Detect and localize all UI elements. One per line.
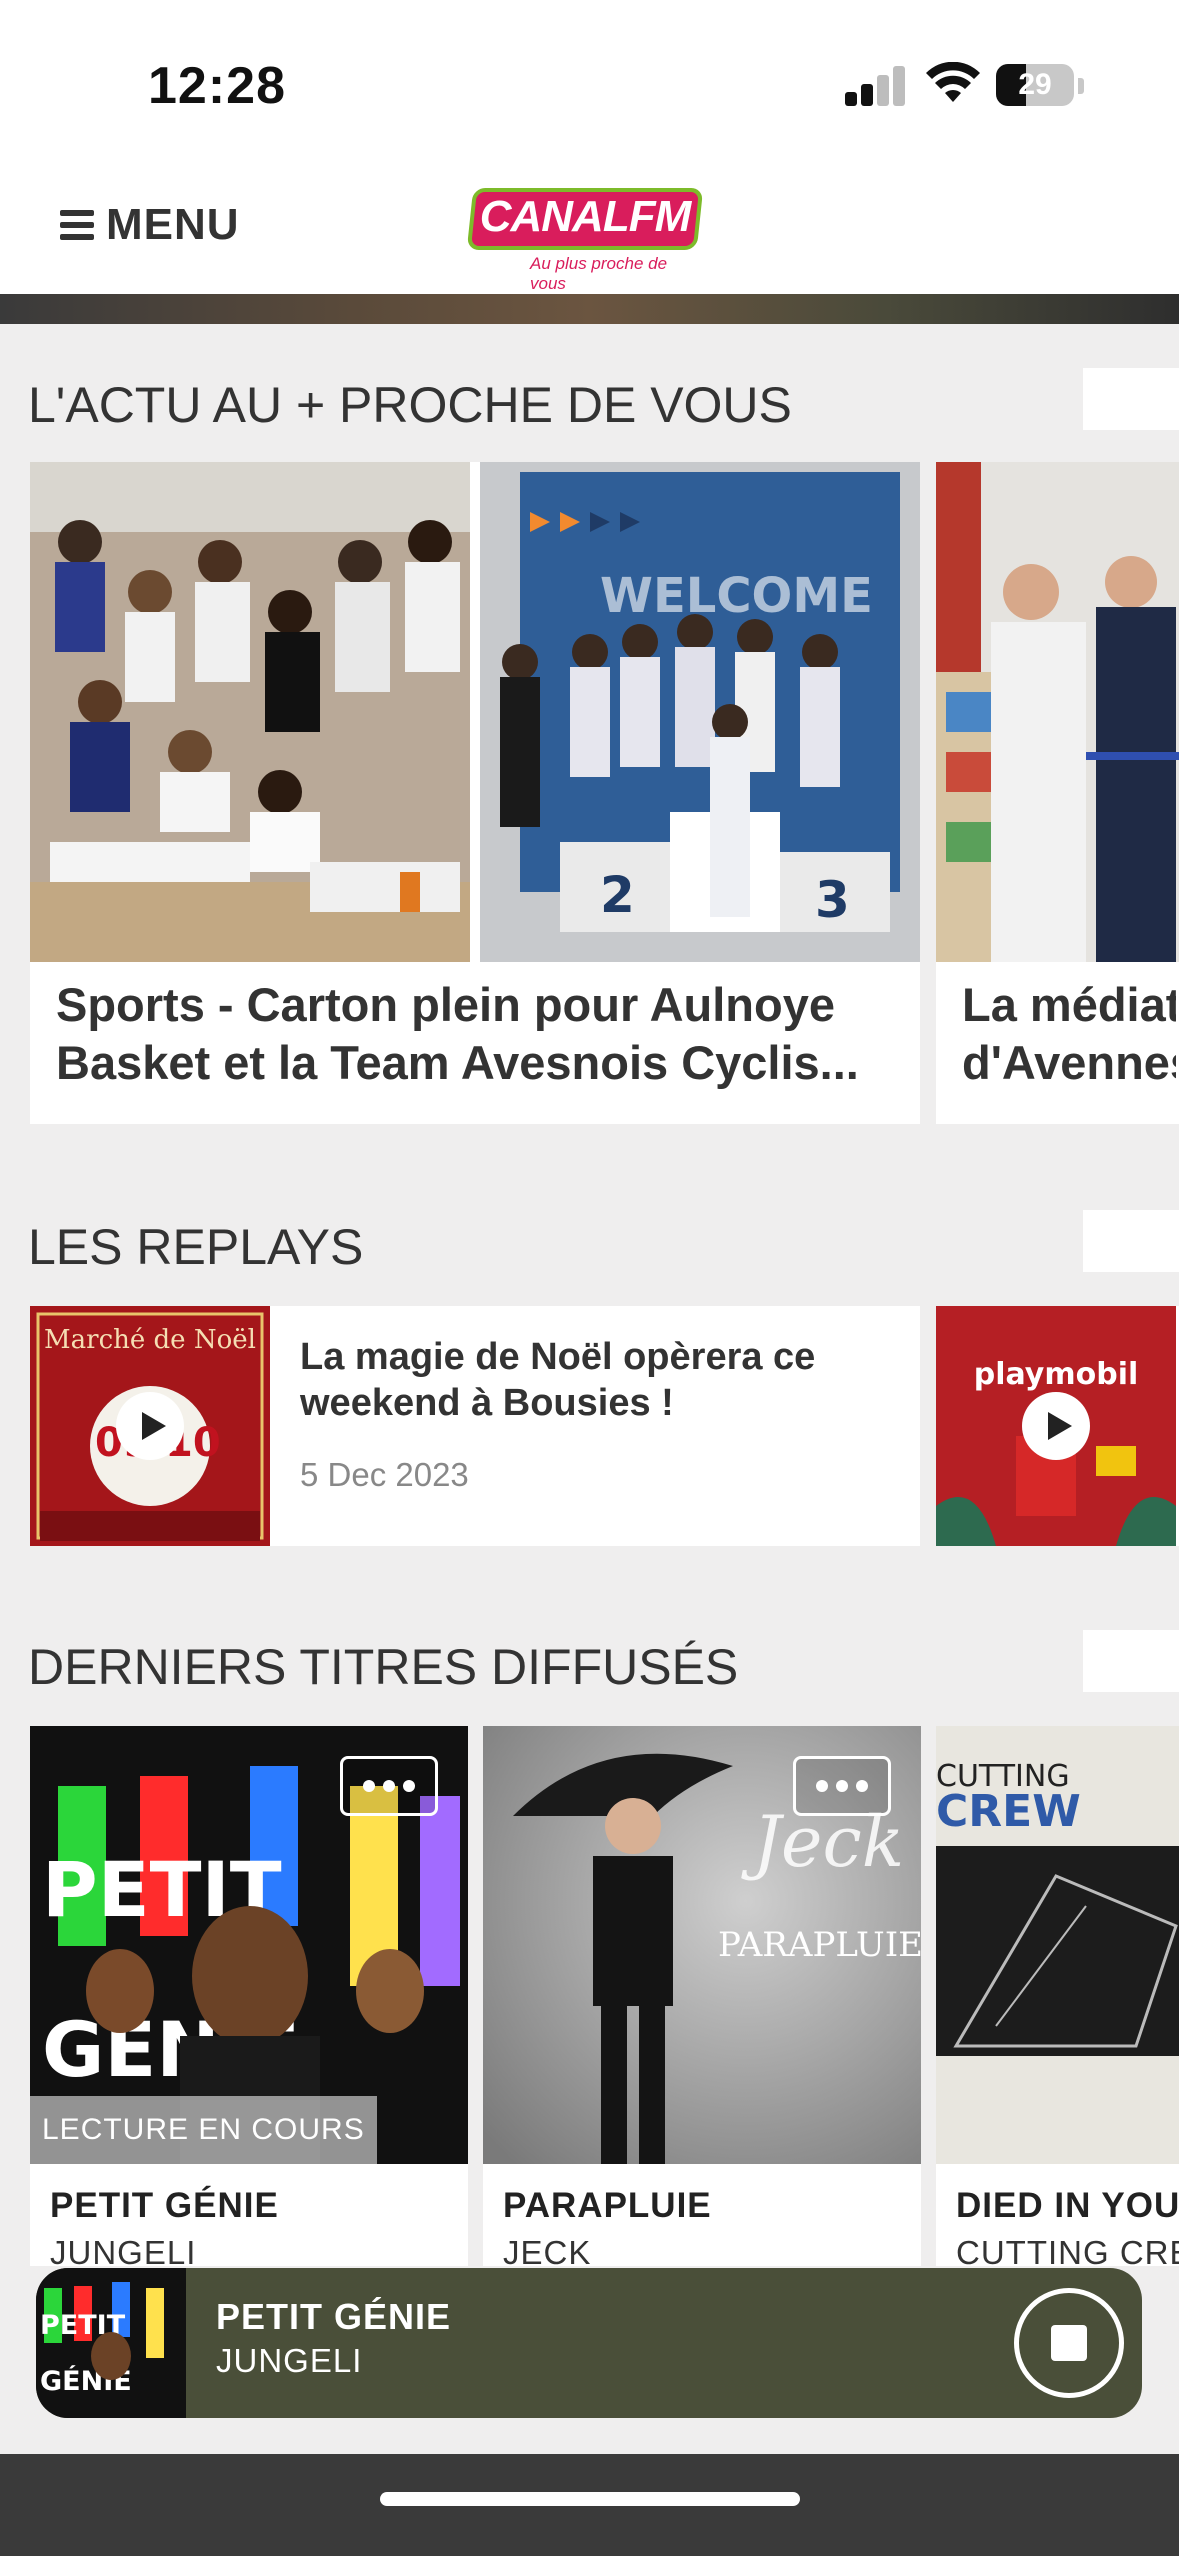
more-options-button[interactable] [793,1756,891,1816]
status-time: 12:28 [148,57,286,115]
news-card-title: Sports - Carton plein pour Aulnoye Baske… [56,978,859,1089]
track-title: PETIT GÉNIE [50,2186,279,2225]
news-image-library [936,462,1179,962]
replays-section-title: LES REPLAYS [28,1219,364,1275]
replay-card[interactable]: playmobil [936,1306,1179,1546]
home-indicator[interactable] [380,2492,800,2506]
track-card[interactable]: CUTTING CREW DIED IN YOU CUTTING CRE [936,1726,1179,2266]
track-card[interactable]: PETIT GÉNIE LECTURE EN COURS PETIT GÉNIE… [30,1726,468,2266]
mini-player-cover: PETIT GÉNIE [36,2268,186,2418]
svg-text:2: 2 [600,866,635,924]
mini-player-title: PETIT GÉNIE [216,2296,452,2337]
battery-icon: 29 [996,64,1074,106]
cellular-signal-icon [845,66,907,106]
track-title: DIED IN YOU [956,2186,1179,2225]
now-playing-badge: LECTURE EN COURS [30,2096,377,2164]
wifi-icon [926,62,980,102]
mini-player-artist: JUNGELI [216,2342,363,2379]
stop-button[interactable] [1014,2288,1124,2398]
news-card[interactable]: La médiat d'Avennes [936,462,1179,1124]
svg-text:PARAPLUIE: PARAPLUIE [718,1925,921,1965]
replays-see-all-tab[interactable] [1083,1210,1179,1272]
tracks-see-all-tab[interactable] [1083,1630,1179,1692]
svg-text:3: 3 [815,871,850,929]
stop-icon [1051,2325,1087,2361]
replay-thumb-caption: playmobil [974,1357,1139,1392]
news-image-cycling: WELCOME 2 3 [480,462,920,962]
canalfm-logo[interactable]: CANALFM Au plus proche de vous [466,188,704,293]
battery-level: 29 [1018,68,1052,101]
news-card[interactable]: WELCOME 2 3 Sports - Carton plein pour A… [30,462,920,1124]
status-bar: 12:28 29 [0,0,1179,170]
replay-date: 5 Dec 2023 [300,1456,469,1493]
app-header: MENU CANALFM Au plus proche de vous [0,170,1179,294]
news-card-title: La médiat d'Avennes [962,978,1176,1089]
replay-title: La magie de Noël opèrera ce weekend à Bo… [300,1336,816,1424]
news-section-title: L'ACTU AU + PROCHE DE VOUS [28,377,792,433]
replay-thumb-caption: Marché de Noël [44,1325,256,1355]
play-icon[interactable] [116,1392,184,1460]
replay-card[interactable]: Marché de Noël 09 10 La magie de Noël op… [30,1306,920,1546]
svg-text:WELCOME: WELCOME [600,568,873,624]
track-cover-cutting-crew: CUTTING CREW [936,1726,1179,2164]
track-card[interactable]: Jeck PARAPLUIE PARAPLUIE JECK [483,1726,921,2266]
hamburger-icon [60,210,94,240]
tracks-section-title: DERNIERS TITRES DIFFUSÉS [28,1639,739,1695]
menu-button[interactable]: MENU [60,200,240,250]
track-title: PARAPLUIE [503,2186,712,2225]
news-image-basketball [30,462,470,962]
track-artist: JECK [503,2234,592,2266]
track-artist: JUNGELI [50,2234,197,2266]
bottom-bar [0,2454,1179,2556]
news-see-all-tab[interactable] [1083,368,1179,430]
svg-text:CREW: CREW [936,1786,1081,1837]
mini-player[interactable]: PETIT GÉNIE PETIT GÉNIE JUNGELI [36,2268,1142,2418]
more-options-button[interactable] [340,1756,438,1816]
track-artist: CUTTING CRE [956,2234,1179,2266]
header-banner-strip [0,294,1179,324]
play-icon[interactable] [1022,1392,1090,1460]
menu-label: MENU [106,200,240,249]
